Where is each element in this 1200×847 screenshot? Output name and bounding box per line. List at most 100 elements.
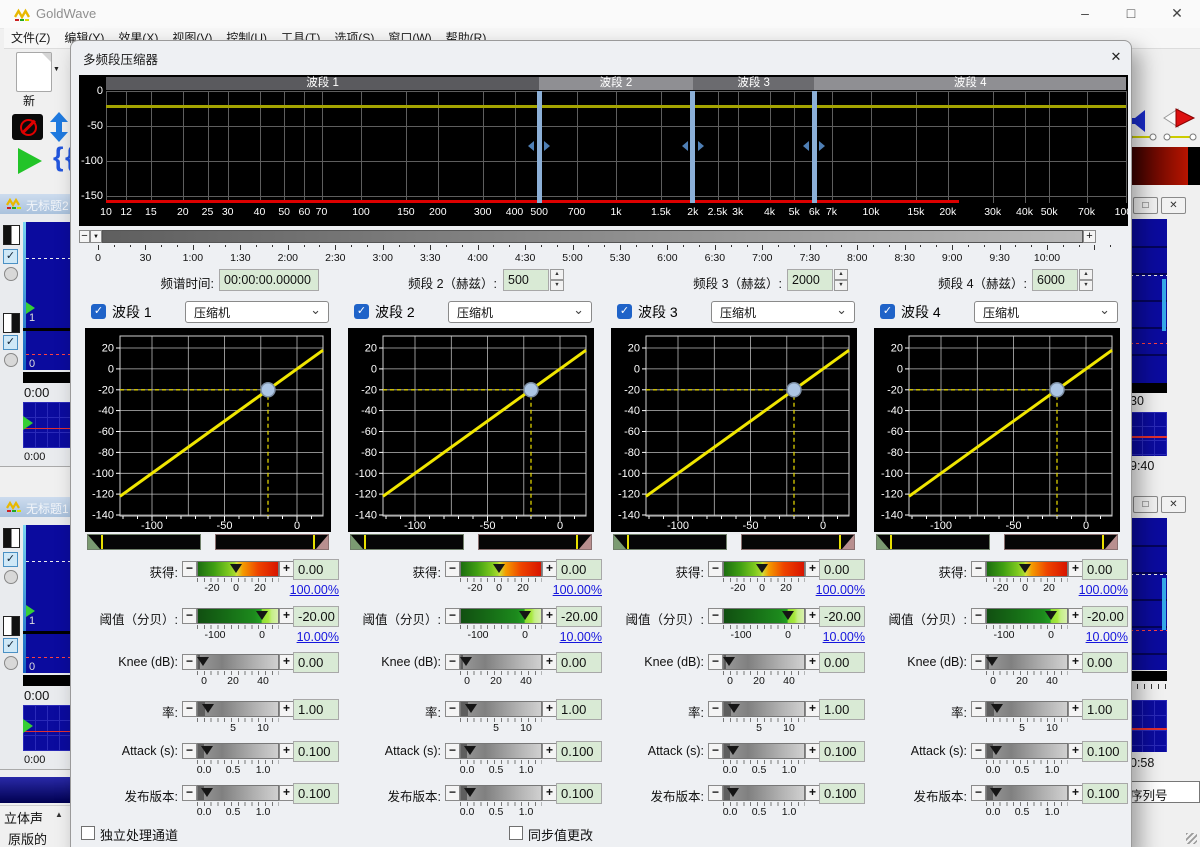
curve-point-handle[interactable]: [261, 383, 275, 397]
field-value-2[interactable]: 500: [503, 269, 549, 291]
range-right-marker[interactable]: [1105, 535, 1117, 549]
value-field[interactable]: 1.00: [1082, 699, 1128, 720]
maximize-button[interactable]: □: [1116, 0, 1146, 27]
effect-diamond-icon[interactable]: [1162, 106, 1200, 142]
slider-thumb[interactable]: [256, 611, 268, 620]
value-field[interactable]: -20.00: [819, 606, 865, 627]
slider-minus-button[interactable]: −: [708, 785, 723, 801]
slider-minus-button[interactable]: −: [445, 785, 460, 801]
field-value-3[interactable]: 2000: [787, 269, 833, 291]
curve-point-handle[interactable]: [1050, 383, 1064, 397]
slider-minus-button[interactable]: −: [182, 608, 197, 624]
value-field[interactable]: 0.00: [819, 559, 865, 580]
range-bar-left[interactable]: [350, 534, 464, 550]
channel-radio-1[interactable]: [4, 267, 18, 281]
channel-radio-1[interactable]: [4, 570, 18, 584]
slider-thumb[interactable]: [986, 657, 998, 666]
range-bar-right[interactable]: [741, 534, 855, 550]
value-field[interactable]: -20.00: [1082, 606, 1128, 627]
level-line[interactable]: [106, 105, 1126, 108]
range-bar-right[interactable]: [478, 534, 592, 550]
percent-link[interactable]: 10.00%: [761, 630, 865, 644]
spectrum-band-header-3[interactable]: 波段 3: [693, 77, 815, 90]
spinner-down-button[interactable]: ▼: [834, 280, 848, 291]
value-field[interactable]: 0.00: [556, 559, 602, 580]
band-mode-select[interactable]: 压缩机⌄: [974, 301, 1118, 323]
slider-thumb[interactable]: [460, 657, 472, 666]
value-field[interactable]: 1.00: [556, 699, 602, 720]
channel-checkbox-2[interactable]: ✓: [3, 638, 18, 653]
slider-thumb[interactable]: [464, 746, 476, 755]
slider-plus-button[interactable]: +: [805, 785, 820, 801]
right-window-close-button-2[interactable]: ✕: [1161, 496, 1186, 513]
spectrum-band-header-2[interactable]: 波段 2: [539, 77, 693, 90]
slider-plus-button[interactable]: +: [542, 561, 557, 577]
play-icon[interactable]: [18, 148, 42, 174]
channel-view-toggle-2[interactable]: [3, 313, 20, 333]
slider-minus-button[interactable]: −: [445, 701, 460, 717]
slider-thumb[interactable]: [201, 746, 213, 755]
channel-checkbox-1[interactable]: ✓: [3, 552, 18, 567]
slider-minus-button[interactable]: −: [445, 561, 460, 577]
band-divider-handle[interactable]: [537, 91, 542, 203]
slider-thumb[interactable]: [991, 704, 1003, 713]
range-bar-left[interactable]: [613, 534, 727, 550]
value-field[interactable]: 0.100: [1082, 741, 1128, 762]
slider-plus-button[interactable]: +: [279, 561, 294, 577]
range-right-marker[interactable]: [842, 535, 854, 549]
slider-thumb[interactable]: [201, 788, 213, 797]
value-field[interactable]: 0.00: [1082, 559, 1128, 580]
value-field[interactable]: 0.00: [293, 652, 339, 673]
slider-minus-button[interactable]: −: [971, 743, 986, 759]
range-left-marker[interactable]: [614, 535, 626, 549]
percent-link[interactable]: 10.00%: [1024, 630, 1128, 644]
sound-window-titlebar[interactable]: 无标题2: [0, 194, 70, 214]
value-field[interactable]: 0.00: [1082, 652, 1128, 673]
slider-minus-button[interactable]: −: [182, 743, 197, 759]
collapse-icon[interactable]: ▲: [55, 810, 63, 819]
slider-minus-button[interactable]: −: [445, 608, 460, 624]
sound-window-titlebar[interactable]: 无标题1: [0, 497, 70, 517]
slider-minus-button[interactable]: −: [182, 654, 197, 670]
spectrum-panel[interactable]: 0-50-100-150波段 1波段 2波段 3波段 4101215202530…: [79, 75, 1128, 226]
slider-thumb[interactable]: [465, 704, 477, 713]
slider-minus-button[interactable]: −: [708, 654, 723, 670]
range-bar-right[interactable]: [215, 534, 329, 550]
slider-plus-button[interactable]: +: [805, 608, 820, 624]
compressor-graph[interactable]: 200-20-40-60-80-100-120-140-100-500: [874, 328, 1120, 532]
slider-plus-button[interactable]: +: [279, 701, 294, 717]
new-file-dropdown-icon[interactable]: ▼: [53, 66, 60, 73]
slider-thumb[interactable]: [728, 704, 740, 713]
value-field[interactable]: 0.100: [293, 741, 339, 762]
value-field[interactable]: 0.100: [293, 783, 339, 804]
serial-field[interactable]: 序列号: [1127, 781, 1200, 803]
slider-minus-button[interactable]: −: [971, 561, 986, 577]
slider-thumb[interactable]: [197, 657, 209, 666]
waveform[interactable]: 10: [23, 222, 70, 370]
slider-thumb[interactable]: [727, 788, 739, 797]
band-enabled-checkbox[interactable]: ✓: [91, 304, 106, 319]
field-value-1[interactable]: 00:00:00.00000: [219, 269, 319, 291]
scroll-track[interactable]: [102, 230, 1083, 243]
compressor-graph[interactable]: 200-20-40-60-80-100-120-140-100-500: [348, 328, 594, 532]
value-field[interactable]: -20.00: [293, 606, 339, 627]
slider-minus-button[interactable]: −: [182, 785, 197, 801]
value-field[interactable]: 0.100: [556, 783, 602, 804]
band-enabled-checkbox[interactable]: ✓: [880, 304, 895, 319]
spinner-down-button[interactable]: ▼: [550, 280, 564, 291]
curve-point-handle[interactable]: [787, 383, 801, 397]
band-divider-handle[interactable]: [690, 91, 695, 203]
slider-thumb[interactable]: [756, 564, 768, 573]
band-mode-select[interactable]: 压缩机⌄: [185, 301, 329, 323]
dialog-close-button[interactable]: ✕: [1106, 47, 1126, 67]
slider-minus-button[interactable]: −: [971, 608, 986, 624]
percent-link[interactable]: 100.00%: [761, 583, 865, 597]
slider-thumb[interactable]: [230, 564, 242, 573]
slider-plus-button[interactable]: +: [1068, 743, 1083, 759]
overview-waveform[interactable]: [23, 705, 70, 751]
scroll-minus-button[interactable]: −: [79, 230, 90, 243]
percent-link[interactable]: 100.00%: [235, 583, 339, 597]
slider-minus-button[interactable]: −: [708, 608, 723, 624]
slider-plus-button[interactable]: +: [1068, 785, 1083, 801]
channel-view-toggle-1[interactable]: [3, 528, 20, 548]
